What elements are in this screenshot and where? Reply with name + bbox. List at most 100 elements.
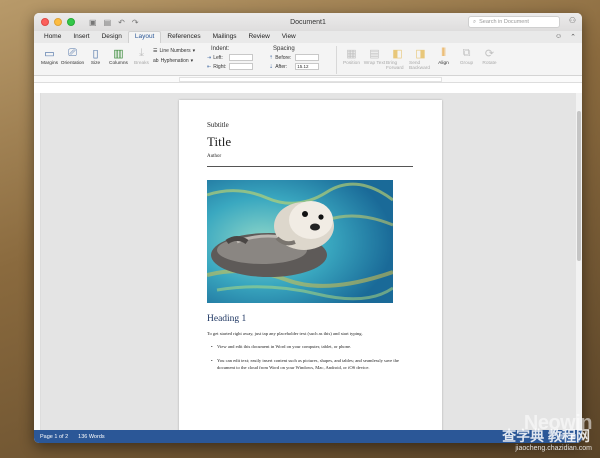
send-backward-icon: ◨ — [415, 48, 426, 60]
indent-group: Indent: ⇥ Left: ⇤ Right: — [207, 46, 265, 70]
indent-right-icon: ⇤ — [207, 63, 212, 70]
sea-otter-image[interactable] — [207, 180, 393, 303]
line-numbers-icon: ☰ — [153, 48, 158, 54]
search-input[interactable]: ⌕ Search in Document — [468, 16, 560, 28]
title-rule — [207, 166, 413, 167]
scrollbar-thumb[interactable] — [577, 111, 581, 261]
bring-forward-icon: ◧ — [392, 48, 403, 60]
spacing-after-label: After: — [275, 63, 288, 70]
position-icon: ▦ — [346, 48, 357, 60]
ribbon-layout: ▭ Margins ⎚ Orientation ▯ Size ▥ Columns… — [34, 43, 582, 76]
save-icon[interactable]: ▣ — [89, 18, 97, 27]
bring-forward-button[interactable]: ◧ Bring Forward — [386, 46, 409, 71]
indent-left-field[interactable] — [229, 54, 254, 61]
rotate-label: Rotate — [482, 61, 497, 66]
margins-label: Margins — [40, 61, 59, 66]
group-icon: ⧉ — [462, 47, 471, 59]
horizontal-ruler[interactable] — [34, 76, 582, 83]
tab-design[interactable]: Design — [96, 31, 128, 43]
spacing-before-label: Before: — [275, 54, 292, 61]
tab-home[interactable]: Home — [38, 31, 67, 43]
columns-button[interactable]: ▥ Columns — [107, 46, 130, 66]
send-backward-button[interactable]: ◨ Send Backward — [409, 46, 432, 71]
wrap-text-button[interactable]: ▤ Wrap Text — [363, 46, 386, 66]
tab-insert[interactable]: Insert — [67, 31, 95, 43]
spacing-after-field[interactable]: 15.12 — [295, 63, 320, 70]
word-count[interactable]: 136 Words — [78, 434, 105, 440]
line-options: ☰ Line Numbers ▾ ab Hyphenation ▾ — [153, 48, 203, 64]
quick-access-toolbar: ▣ ▤ ↶ ↷ — [89, 18, 139, 27]
orientation-label: Orientation — [60, 61, 85, 66]
ruler-track — [179, 77, 442, 82]
chevron-down-icon: ▾ — [192, 48, 196, 54]
tabrow-controls: ☺ ⌃ — [555, 33, 576, 41]
margins-icon: ▭ — [44, 48, 55, 60]
collapse-ribbon-icon[interactable]: ⌃ — [570, 33, 576, 41]
doc-author[interactable]: Author — [207, 154, 221, 159]
indent-right-field[interactable] — [229, 63, 254, 70]
doc-body-paragraph[interactable]: To get started right away, just tap any … — [207, 331, 417, 338]
send-backward-label: Send Backward — [409, 61, 431, 71]
align-label: Align — [438, 61, 449, 66]
group-label: Group — [459, 61, 474, 66]
vertical-ruler[interactable] — [34, 93, 41, 430]
doc-subtitle[interactable]: Subtitle — [207, 121, 229, 129]
wrap-text-label: Wrap Text — [363, 61, 386, 66]
breaks-icon: ⤓ — [139, 47, 144, 59]
doc-bullet-item[interactable]: View and edit this document in Word on y… — [211, 343, 415, 351]
vertical-scrollbar[interactable] — [576, 93, 582, 430]
smiley-icon[interactable]: ☺ — [555, 33, 562, 41]
open-icon[interactable]: ▤ — [104, 18, 112, 27]
line-numbers-button[interactable]: ☰ Line Numbers ▾ — [153, 48, 203, 54]
search-placeholder: Search in Document — [479, 19, 529, 25]
spacing-before-field[interactable] — [295, 54, 320, 61]
spacing-after-icon: ⇣ — [269, 63, 274, 70]
close-window-button[interactable] — [41, 18, 49, 26]
indent-left-label: Left: — [213, 54, 223, 61]
spacing-header: Spacing — [273, 46, 295, 52]
window-controls — [41, 18, 75, 26]
orientation-icon: ⎚ — [68, 47, 77, 59]
watermark-url: jiaocheng.chazidian.com — [515, 445, 592, 452]
ribbon-separator — [336, 46, 337, 74]
margins-button[interactable]: ▭ Margins — [38, 46, 61, 66]
rotate-button[interactable]: ⟳ Rotate — [478, 46, 501, 66]
align-icon: ⫴ — [441, 47, 446, 59]
columns-icon: ▥ — [113, 48, 124, 60]
tab-view[interactable]: View — [276, 31, 302, 43]
hyphenation-label: Hyphenation — [160, 58, 189, 64]
doc-bullet-item[interactable]: You can edit text; easily insert content… — [211, 357, 415, 372]
undo-icon[interactable]: ↶ — [118, 18, 125, 27]
spacing-before-icon: ⇡ — [269, 54, 274, 61]
breaks-button[interactable]: ⤓ Breaks — [130, 46, 153, 66]
document-canvas[interactable]: Subtitle Title Author Heading 1 To get s… — [34, 93, 582, 430]
wrap-text-icon: ▤ — [369, 48, 380, 60]
chazidian-watermark: 查字典 教程网 — [502, 428, 590, 444]
document-page[interactable]: Subtitle Title Author Heading 1 To get s… — [179, 100, 442, 430]
word-window: ▣ ▤ ↶ ↷ Document1 ⌕ Search in Document ⚇… — [34, 13, 582, 443]
share-icon[interactable]: ⚇ — [569, 16, 576, 25]
page-count[interactable]: Page 1 of 2 — [40, 434, 68, 440]
tab-layout[interactable]: Layout — [127, 31, 162, 43]
indent-header: Indent: — [211, 46, 230, 52]
hyphenation-icon: ab — [153, 58, 159, 64]
maximize-window-button[interactable] — [67, 18, 75, 26]
line-numbers-label: Line Numbers — [159, 48, 191, 54]
doc-heading-1[interactable]: Heading 1 — [207, 314, 246, 324]
align-button[interactable]: ⫴ Align — [432, 46, 455, 66]
columns-label: Columns — [109, 61, 128, 66]
search-icon: ⌕ — [473, 18, 477, 25]
tab-mailings[interactable]: Mailings — [207, 31, 243, 43]
tab-references[interactable]: References — [161, 31, 206, 43]
orientation-button[interactable]: ⎚ Orientation — [61, 46, 84, 66]
ribbon-tabs: Home Insert Design Layout References Mai… — [34, 31, 582, 43]
redo-icon[interactable]: ↷ — [132, 18, 139, 27]
minimize-window-button[interactable] — [54, 18, 62, 26]
spacing-group: Spacing ⇡ Before: ⇣ After: 15.12 — [269, 46, 333, 70]
position-button[interactable]: ▦ Position — [340, 46, 363, 66]
size-button[interactable]: ▯ Size — [84, 46, 107, 66]
doc-title[interactable]: Title — [207, 134, 231, 150]
tab-review[interactable]: Review — [242, 31, 275, 43]
hyphenation-button[interactable]: ab Hyphenation ▾ — [153, 58, 203, 64]
group-button[interactable]: ⧉ Group — [455, 46, 478, 66]
